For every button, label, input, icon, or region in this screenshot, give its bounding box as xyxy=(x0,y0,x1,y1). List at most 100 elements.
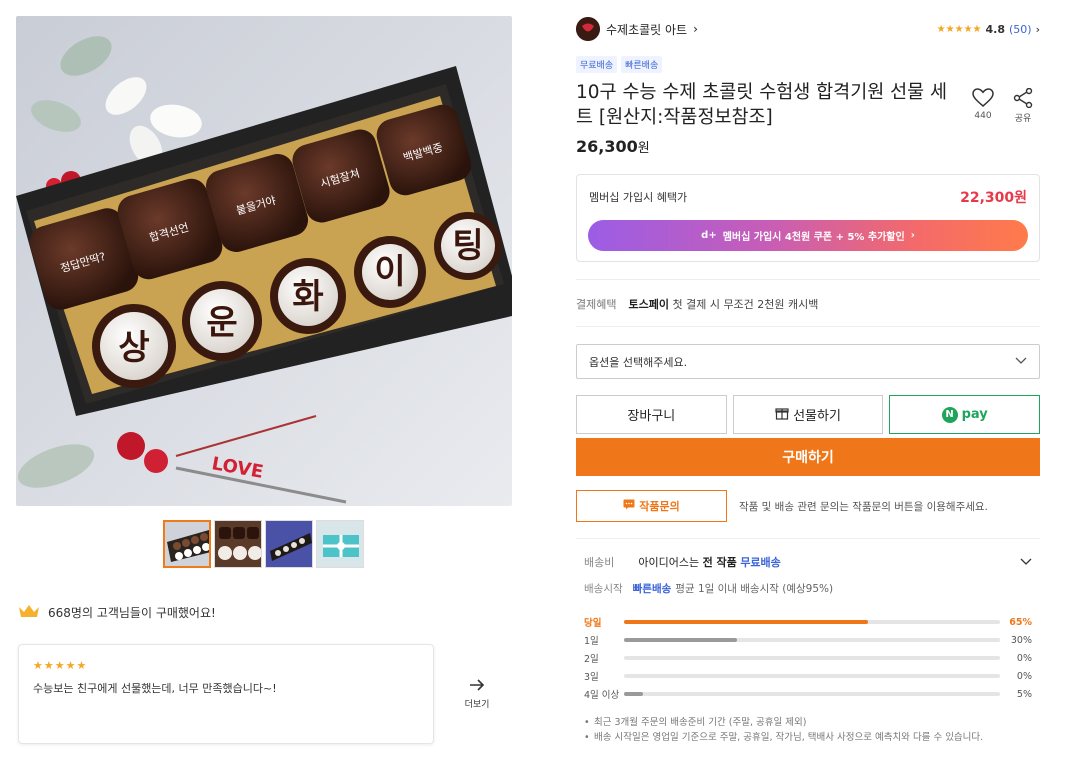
shipping-label: 배송비 xyxy=(584,556,615,569)
shipping-stat-row: 2일 0% xyxy=(584,649,1032,667)
shipping-start-row: 배송시작 빠른배송 평균 1일 이내 배송시작 (예상95%) xyxy=(584,581,833,596)
chat-icon xyxy=(623,499,635,513)
product-price: 26,300원 xyxy=(576,137,650,156)
membership-cta-text: 멤버십 가입시 4천원 쿠폰 + 5% 추가할인 xyxy=(722,232,905,243)
shipping-stat-percent: 65% xyxy=(1009,616,1032,628)
gift-label: 선물하기 xyxy=(793,409,841,424)
more-label: 더보기 xyxy=(464,700,490,710)
thumbnail-4[interactable] xyxy=(316,520,364,568)
thumbnail-strip xyxy=(163,520,364,568)
npay-label: pay xyxy=(961,407,988,422)
badge-list: 무료배송 빠른배송 xyxy=(576,56,663,73)
divider xyxy=(576,538,1040,539)
shipping-stat-row: 당일 65% xyxy=(584,613,1032,631)
divider xyxy=(576,326,1040,327)
review-text: 수능보는 친구에게 선물했는데, 너무 만족했습니다~! xyxy=(33,682,277,695)
shipping-start-text: 평균 1일 이내 배송시작 (예상95%) xyxy=(675,583,834,595)
share-icon xyxy=(1012,87,1034,111)
payment-text: 첫 결제 시 무조건 2천원 캐시백 xyxy=(672,298,819,311)
chevron-right-icon: › xyxy=(1035,22,1040,36)
shipping-stat-track xyxy=(624,692,1000,696)
membership-label: 멤버십 가입시 혜택가 xyxy=(589,191,688,204)
membership-logo-icon: d+ xyxy=(701,230,717,241)
shipping-stat-track xyxy=(624,638,1000,642)
shipping-stat-track xyxy=(624,656,1000,660)
shop-link[interactable]: 수제초콜릿 아트 › xyxy=(576,17,698,41)
shipping-notes: 최근 3개월 주문의 배송준비 기간 (주말, 공휴일 제외) 배송 시작일은 … xyxy=(584,715,983,745)
shipping-free: 무료배송 xyxy=(740,556,781,569)
review-stars: ★★★★★ xyxy=(33,659,88,672)
shipping-fee-row[interactable]: 배송비 아이디어스는 전 작품 무료배송 xyxy=(584,554,1032,570)
thumbnail-2[interactable] xyxy=(214,520,262,568)
arrow-right-icon xyxy=(468,679,486,697)
qna-label: 작품문의 xyxy=(639,500,680,513)
cart-label: 장바구니 xyxy=(627,409,676,424)
chevron-right-icon: › xyxy=(910,230,915,241)
divider xyxy=(576,279,1040,280)
rating-link[interactable]: ★★★★★ 4.8 (50) › xyxy=(937,23,1040,36)
payment-label: 결제혜택 xyxy=(576,298,617,311)
shop-name: 수제초콜릿 아트 xyxy=(606,22,688,37)
cart-button[interactable]: 장바구니 xyxy=(576,395,727,434)
shipping-start-label: 배송시작 xyxy=(584,583,623,595)
piece-letter-1: 상 xyxy=(118,328,149,368)
note-item: 배송 시작일은 영업일 기준으로 주말, 공휴일, 작가님, 택배사 사정으로 … xyxy=(584,730,983,745)
shipping-stat-percent: 0% xyxy=(1016,670,1032,682)
shop-header: 수제초콜릿 아트 › ★★★★★ 4.8 (50) › xyxy=(576,16,1040,42)
free-shipping-badge: 무료배송 xyxy=(576,56,618,73)
membership-signup-button[interactable]: d+ 멤버십 가입시 4천원 쿠폰 + 5% 추가할인 › xyxy=(588,220,1028,251)
product-title: 10구 수능 수제 초콜릿 수험생 합격기원 선물 세트 [원산지:작품정보참조… xyxy=(576,82,948,128)
like-count: 440 xyxy=(974,111,992,121)
more-reviews-button[interactable]: 더보기 xyxy=(460,676,494,710)
like-button[interactable]: 440 xyxy=(970,88,996,121)
note-item: 최근 3개월 주문의 배송준비 기간 (주말, 공휴일 제외) xyxy=(584,715,983,730)
shipping-stat-row: 3일 0% xyxy=(584,667,1032,685)
crown-icon xyxy=(18,603,40,622)
shipping-stat-label: 3일 xyxy=(584,672,599,683)
shipping-stat-track xyxy=(624,620,1000,624)
buyers-banner: 668명의 고객님들이 구매했어요! xyxy=(18,603,216,622)
share-button[interactable]: 공유 xyxy=(1010,87,1036,124)
shipping-stat-fill xyxy=(624,692,643,696)
shipping-stat-fill xyxy=(624,638,737,642)
option-placeholder: 옵션을 선택해주세요. xyxy=(589,355,688,369)
shipping-stat-row: 4일 이상 5% xyxy=(584,685,1032,703)
shipping-prefix: 아이디어스는 xyxy=(638,556,700,569)
npay-button[interactable]: N pay xyxy=(889,395,1041,434)
shipping-strong: 전 작품 xyxy=(702,556,737,569)
thumbnail-3[interactable] xyxy=(265,520,313,568)
share-label: 공유 xyxy=(1014,114,1032,124)
buy-button[interactable]: 구매하기 xyxy=(576,438,1040,476)
piece-letter-4: 이 xyxy=(374,252,405,292)
shipping-stat-label: 2일 xyxy=(584,654,599,665)
membership-box: 멤버십 가입시 혜택가 22,300원 d+ 멤버십 가입시 4천원 쿠폰 + … xyxy=(576,174,1040,262)
shipping-stat-row: 1일 30% xyxy=(584,631,1032,649)
piece-letter-5: 팅 xyxy=(452,226,483,266)
fast-shipping-badge: 빠른배송 xyxy=(621,56,663,73)
piece-letter-3: 화 xyxy=(292,277,323,317)
npay-logo-icon: N xyxy=(941,406,958,423)
action-buttons: 장바구니 선물하기 N pay xyxy=(576,395,1041,434)
shipping-stat-percent: 0% xyxy=(1016,652,1032,664)
chevron-down-icon xyxy=(1020,556,1032,569)
fast-shipping-label: 빠른배송 xyxy=(632,583,672,595)
shipping-stat-percent: 5% xyxy=(1016,688,1032,700)
buyers-text: 668명의 고객님들이 구매했어요! xyxy=(48,606,216,620)
thumbnail-1[interactable] xyxy=(163,520,211,568)
product-main-image: 정답만딱? 합격선언 붙을거야 시험잘쳐 백발백중 상 운 화 이 팅 LOVE xyxy=(16,16,512,506)
qna-button[interactable]: 작품문의 xyxy=(576,490,727,522)
shipping-stats: 당일 65% 1일 30% 2일 0% 3일 0% 4일 이상 5% xyxy=(584,613,1032,703)
shipping-stat-fill xyxy=(624,620,869,624)
shipping-stat-label: 1일 xyxy=(584,636,599,647)
review-card[interactable]: ★★★★★ 수능보는 친구에게 선물했는데, 너무 만족했습니다~! xyxy=(18,644,434,744)
price-value: 26,300 xyxy=(576,137,638,156)
chevron-right-icon: › xyxy=(693,22,698,36)
shipping-stat-track xyxy=(624,674,1000,678)
gift-icon xyxy=(775,406,789,424)
option-select[interactable]: 옵션을 선택해주세요. xyxy=(576,344,1040,379)
chevron-down-icon xyxy=(1015,355,1027,368)
shipping-stat-percent: 30% xyxy=(1010,634,1032,646)
gift-button[interactable]: 선물하기 xyxy=(732,395,884,434)
rating-score: 4.8 xyxy=(985,22,1006,36)
shipping-stat-label: 4일 이상 xyxy=(584,690,620,701)
